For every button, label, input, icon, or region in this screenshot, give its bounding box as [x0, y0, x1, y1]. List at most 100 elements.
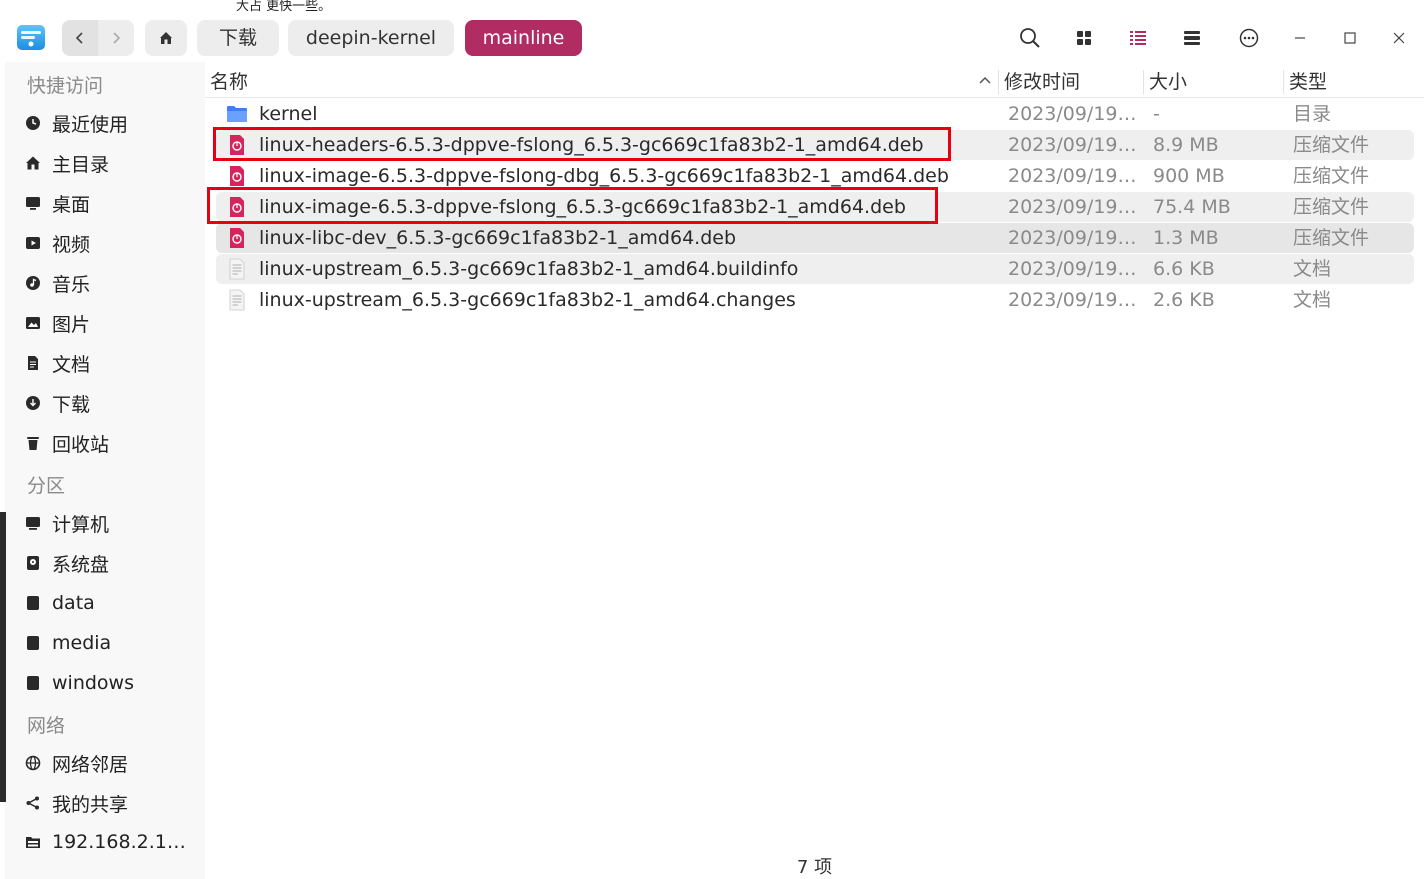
deb-package-icon — [226, 196, 248, 218]
sidebar-item-label: 系统盘 — [52, 553, 110, 576]
column-header-size[interactable]: 大小 — [1149, 68, 1187, 96]
sidebar-item-trash[interactable]: 回收站 — [24, 423, 200, 463]
computer-icon — [24, 515, 41, 532]
breadcrumb-deepin-kernel[interactable]: deepin-kernel — [288, 20, 454, 56]
file-type: 文档 — [1293, 289, 1332, 311]
list-view-button[interactable] — [1120, 20, 1156, 56]
file-row-linux-image-dbg[interactable]: linux-image-6.5.3-dppve-fslong-dbg_6.5.3… — [216, 161, 1414, 191]
sidebar-item-label: 网络邻居 — [52, 753, 129, 776]
file-type: 目录 — [1293, 103, 1332, 125]
list-icon — [1130, 31, 1146, 45]
sidebar-item-label: 音乐 — [52, 273, 91, 296]
sidebar-item-label: 我的共享 — [52, 793, 129, 816]
column-header-modified[interactable]: 修改时间 — [1004, 68, 1080, 96]
header-divider — [205, 97, 1424, 98]
text-file-icon — [226, 258, 248, 280]
file-type: 压缩文件 — [1293, 134, 1370, 156]
file-type: 文档 — [1293, 258, 1332, 280]
forward-button[interactable] — [98, 20, 134, 56]
sidebar-item-pictures[interactable]: 图片 — [24, 303, 200, 343]
chevron-left-icon — [75, 32, 83, 44]
share-icon — [24, 795, 41, 812]
detail-icon — [1184, 31, 1200, 45]
minimize-icon — [1295, 37, 1305, 39]
detail-view-button[interactable] — [1174, 20, 1210, 56]
file-manager-logo-icon[interactable] — [16, 22, 46, 52]
sidebar-item-data[interactable]: data — [24, 583, 200, 623]
deb-package-icon — [226, 165, 248, 187]
sidebar-item-server[interactable]: 192.168.2.1… — [24, 822, 200, 862]
back-button[interactable] — [62, 20, 98, 56]
sidebar-item-recent[interactable]: 最近使用 — [24, 103, 200, 143]
file-row-kernel[interactable]: kernel 2023/09/19… - 目录 — [216, 99, 1414, 129]
sidebar-item-label: 文档 — [52, 353, 91, 376]
column-header-name[interactable]: 名称 — [210, 68, 248, 96]
trash-icon — [24, 435, 41, 452]
sidebar-item-label: 图片 — [52, 313, 91, 336]
window-edge-marker — [0, 512, 6, 802]
column-divider[interactable] — [1283, 70, 1284, 94]
system-disk-icon — [24, 555, 41, 572]
sidebar-item-my-shares[interactable]: 我的共享 — [24, 783, 200, 823]
sidebar-item-network-neighborhood[interactable]: 网络邻居 — [24, 743, 200, 783]
file-size: 75.4 MB — [1153, 196, 1231, 218]
minimize-button[interactable] — [1282, 20, 1318, 56]
column-divider[interactable] — [998, 70, 999, 94]
sidebar-item-label: 视频 — [52, 233, 91, 256]
sidebar-item-music[interactable]: 音乐 — [24, 263, 200, 303]
home-button[interactable] — [145, 20, 187, 56]
deb-package-icon — [226, 227, 248, 249]
picture-icon — [24, 315, 41, 332]
file-modified: 2023/09/19… — [1008, 196, 1137, 218]
sidebar-item-home[interactable]: 主目录 — [24, 143, 200, 183]
sidebar-item-system-disk[interactable]: 系统盘 — [24, 543, 200, 583]
column-header-type[interactable]: 类型 — [1289, 68, 1327, 96]
file-row-linux-libc-dev[interactable]: linux-libc-dev_6.5.3-gc669c1fa83b2-1_amd… — [216, 223, 1414, 253]
sidebar-item-desktop[interactable]: 桌面 — [24, 183, 200, 223]
file-modified: 2023/09/19… — [1008, 103, 1137, 125]
maximize-button[interactable] — [1332, 20, 1368, 56]
chevron-right-icon — [113, 32, 121, 44]
file-size: - — [1153, 103, 1160, 125]
video-icon — [24, 235, 41, 252]
document-icon — [24, 355, 41, 372]
home-icon — [160, 32, 172, 44]
breadcrumb-mainline[interactable]: mainline — [465, 20, 582, 56]
file-size: 900 MB — [1153, 165, 1225, 187]
file-modified: 2023/09/19… — [1008, 258, 1137, 280]
download-icon — [24, 395, 41, 412]
desktop-icon — [24, 195, 41, 212]
file-row-linux-image[interactable]: linux-image-6.5.3-dppve-fslong_6.5.3-gc6… — [216, 192, 1414, 222]
search-button[interactable] — [1012, 20, 1048, 56]
file-row-buildinfo[interactable]: linux-upstream_6.5.3-gc669c1fa83b2-1_amd… — [216, 254, 1414, 284]
sidebar-item-windows[interactable]: windows — [24, 663, 200, 703]
grid-icon — [1077, 31, 1091, 45]
file-type: 压缩文件 — [1293, 227, 1370, 249]
sidebar-item-label: 下载 — [52, 393, 91, 416]
sidebar-item-video[interactable]: 视频 — [24, 223, 200, 263]
file-modified: 2023/09/19… — [1008, 134, 1137, 156]
sidebar-item-media[interactable]: media — [24, 623, 200, 663]
breadcrumb-download[interactable]: 下载 — [197, 20, 279, 56]
file-type: 压缩文件 — [1293, 165, 1370, 187]
sidebar-item-label: windows — [52, 672, 134, 694]
close-button[interactable] — [1381, 20, 1417, 56]
file-row-changes[interactable]: linux-upstream_6.5.3-gc669c1fa83b2-1_amd… — [216, 285, 1414, 315]
column-divider[interactable] — [1143, 70, 1144, 94]
file-size: 6.6 KB — [1153, 258, 1215, 280]
file-name: linux-libc-dev_6.5.3-gc669c1fa83b2-1_amd… — [259, 227, 737, 249]
sidebar-item-computer[interactable]: 计算机 — [24, 503, 200, 543]
file-row-linux-headers[interactable]: linux-headers-6.5.3-dppve-fslong_6.5.3-g… — [216, 130, 1414, 160]
sidebar-item-downloads[interactable]: 下载 — [24, 383, 200, 423]
clock-icon — [24, 115, 41, 132]
file-name: linux-image-6.5.3-dppve-fslong_6.5.3-gc6… — [259, 196, 906, 218]
more-button[interactable] — [1231, 20, 1267, 56]
file-name: linux-upstream_6.5.3-gc669c1fa83b2-1_amd… — [259, 258, 799, 280]
text-file-icon — [226, 289, 248, 311]
sort-ascending-icon[interactable] — [978, 72, 992, 91]
icon-view-button[interactable] — [1066, 20, 1102, 56]
home-icon — [24, 155, 41, 172]
file-manager-window: 大占 更快一些。 下载 deepin-kernel mainline 快捷访问 … — [0, 0, 1424, 879]
file-name: kernel — [259, 103, 318, 125]
sidebar-item-documents[interactable]: 文档 — [24, 343, 200, 383]
